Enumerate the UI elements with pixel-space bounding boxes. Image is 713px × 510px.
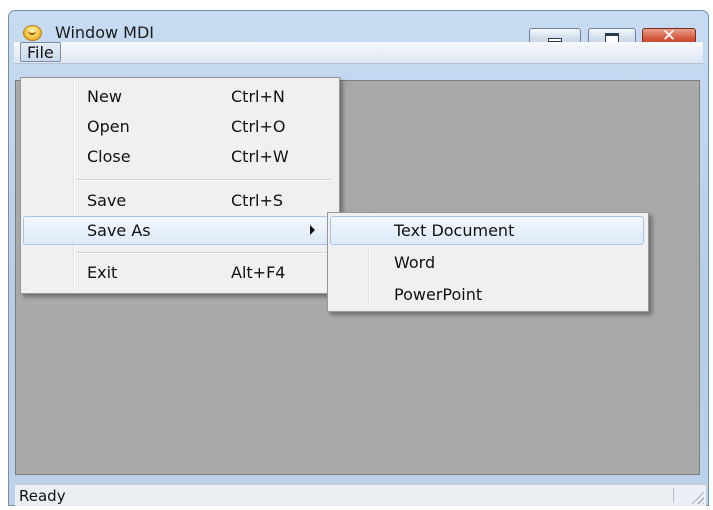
submenu-item-label: PowerPoint bbox=[394, 285, 483, 304]
menu-item-label: Open bbox=[87, 117, 130, 136]
menu-item-exit[interactable]: Exit Alt+F4 bbox=[23, 258, 335, 287]
menu-separator bbox=[77, 252, 333, 254]
save-as-submenu: Text Document Word PowerPoint bbox=[327, 212, 649, 312]
menu-item-shortcut: Ctrl+N bbox=[231, 87, 285, 106]
status-bar: Ready bbox=[15, 484, 706, 506]
menu-item-open[interactable]: Open Ctrl+O bbox=[23, 112, 335, 141]
window-title: Window MDI bbox=[55, 23, 155, 42]
file-menu-dropdown: New Ctrl+N Open Ctrl+O Close Ctrl+W Save… bbox=[20, 77, 340, 294]
submenu-item-powerpoint[interactable]: PowerPoint bbox=[330, 280, 644, 309]
smiley-icon[interactable] bbox=[23, 25, 42, 41]
menu-item-save-as[interactable]: Save As bbox=[23, 216, 335, 245]
menu-bar: File bbox=[14, 42, 703, 64]
submenu-item-label: Text Document bbox=[394, 221, 515, 240]
menu-separator bbox=[77, 179, 333, 181]
menu-item-label: Save As bbox=[87, 221, 151, 240]
menu-file[interactable]: File bbox=[20, 42, 61, 62]
menu-item-shortcut: Ctrl+S bbox=[231, 191, 284, 210]
menu-item-shortcut: Alt+F4 bbox=[231, 263, 286, 282]
menu-item-shortcut: Ctrl+W bbox=[231, 147, 289, 166]
menu-item-save[interactable]: Save Ctrl+S bbox=[23, 186, 335, 215]
submenu-item-word[interactable]: Word bbox=[330, 248, 644, 277]
menu-item-label: Exit bbox=[87, 263, 118, 282]
menu-item-close[interactable]: Close Ctrl+W bbox=[23, 142, 335, 171]
menu-item-label: New bbox=[87, 87, 122, 106]
status-divider bbox=[673, 488, 674, 503]
menu-item-label: Close bbox=[87, 147, 131, 166]
submenu-item-text-document[interactable]: Text Document bbox=[330, 216, 644, 245]
submenu-item-label: Word bbox=[394, 253, 436, 272]
menu-item-shortcut: Ctrl+O bbox=[231, 117, 286, 136]
status-text: Ready bbox=[19, 487, 66, 505]
menu-item-new[interactable]: New Ctrl+N bbox=[23, 82, 335, 111]
resize-grip-icon[interactable] bbox=[690, 490, 704, 504]
menu-item-label: Save bbox=[87, 191, 127, 210]
submenu-arrow-icon bbox=[310, 225, 315, 235]
